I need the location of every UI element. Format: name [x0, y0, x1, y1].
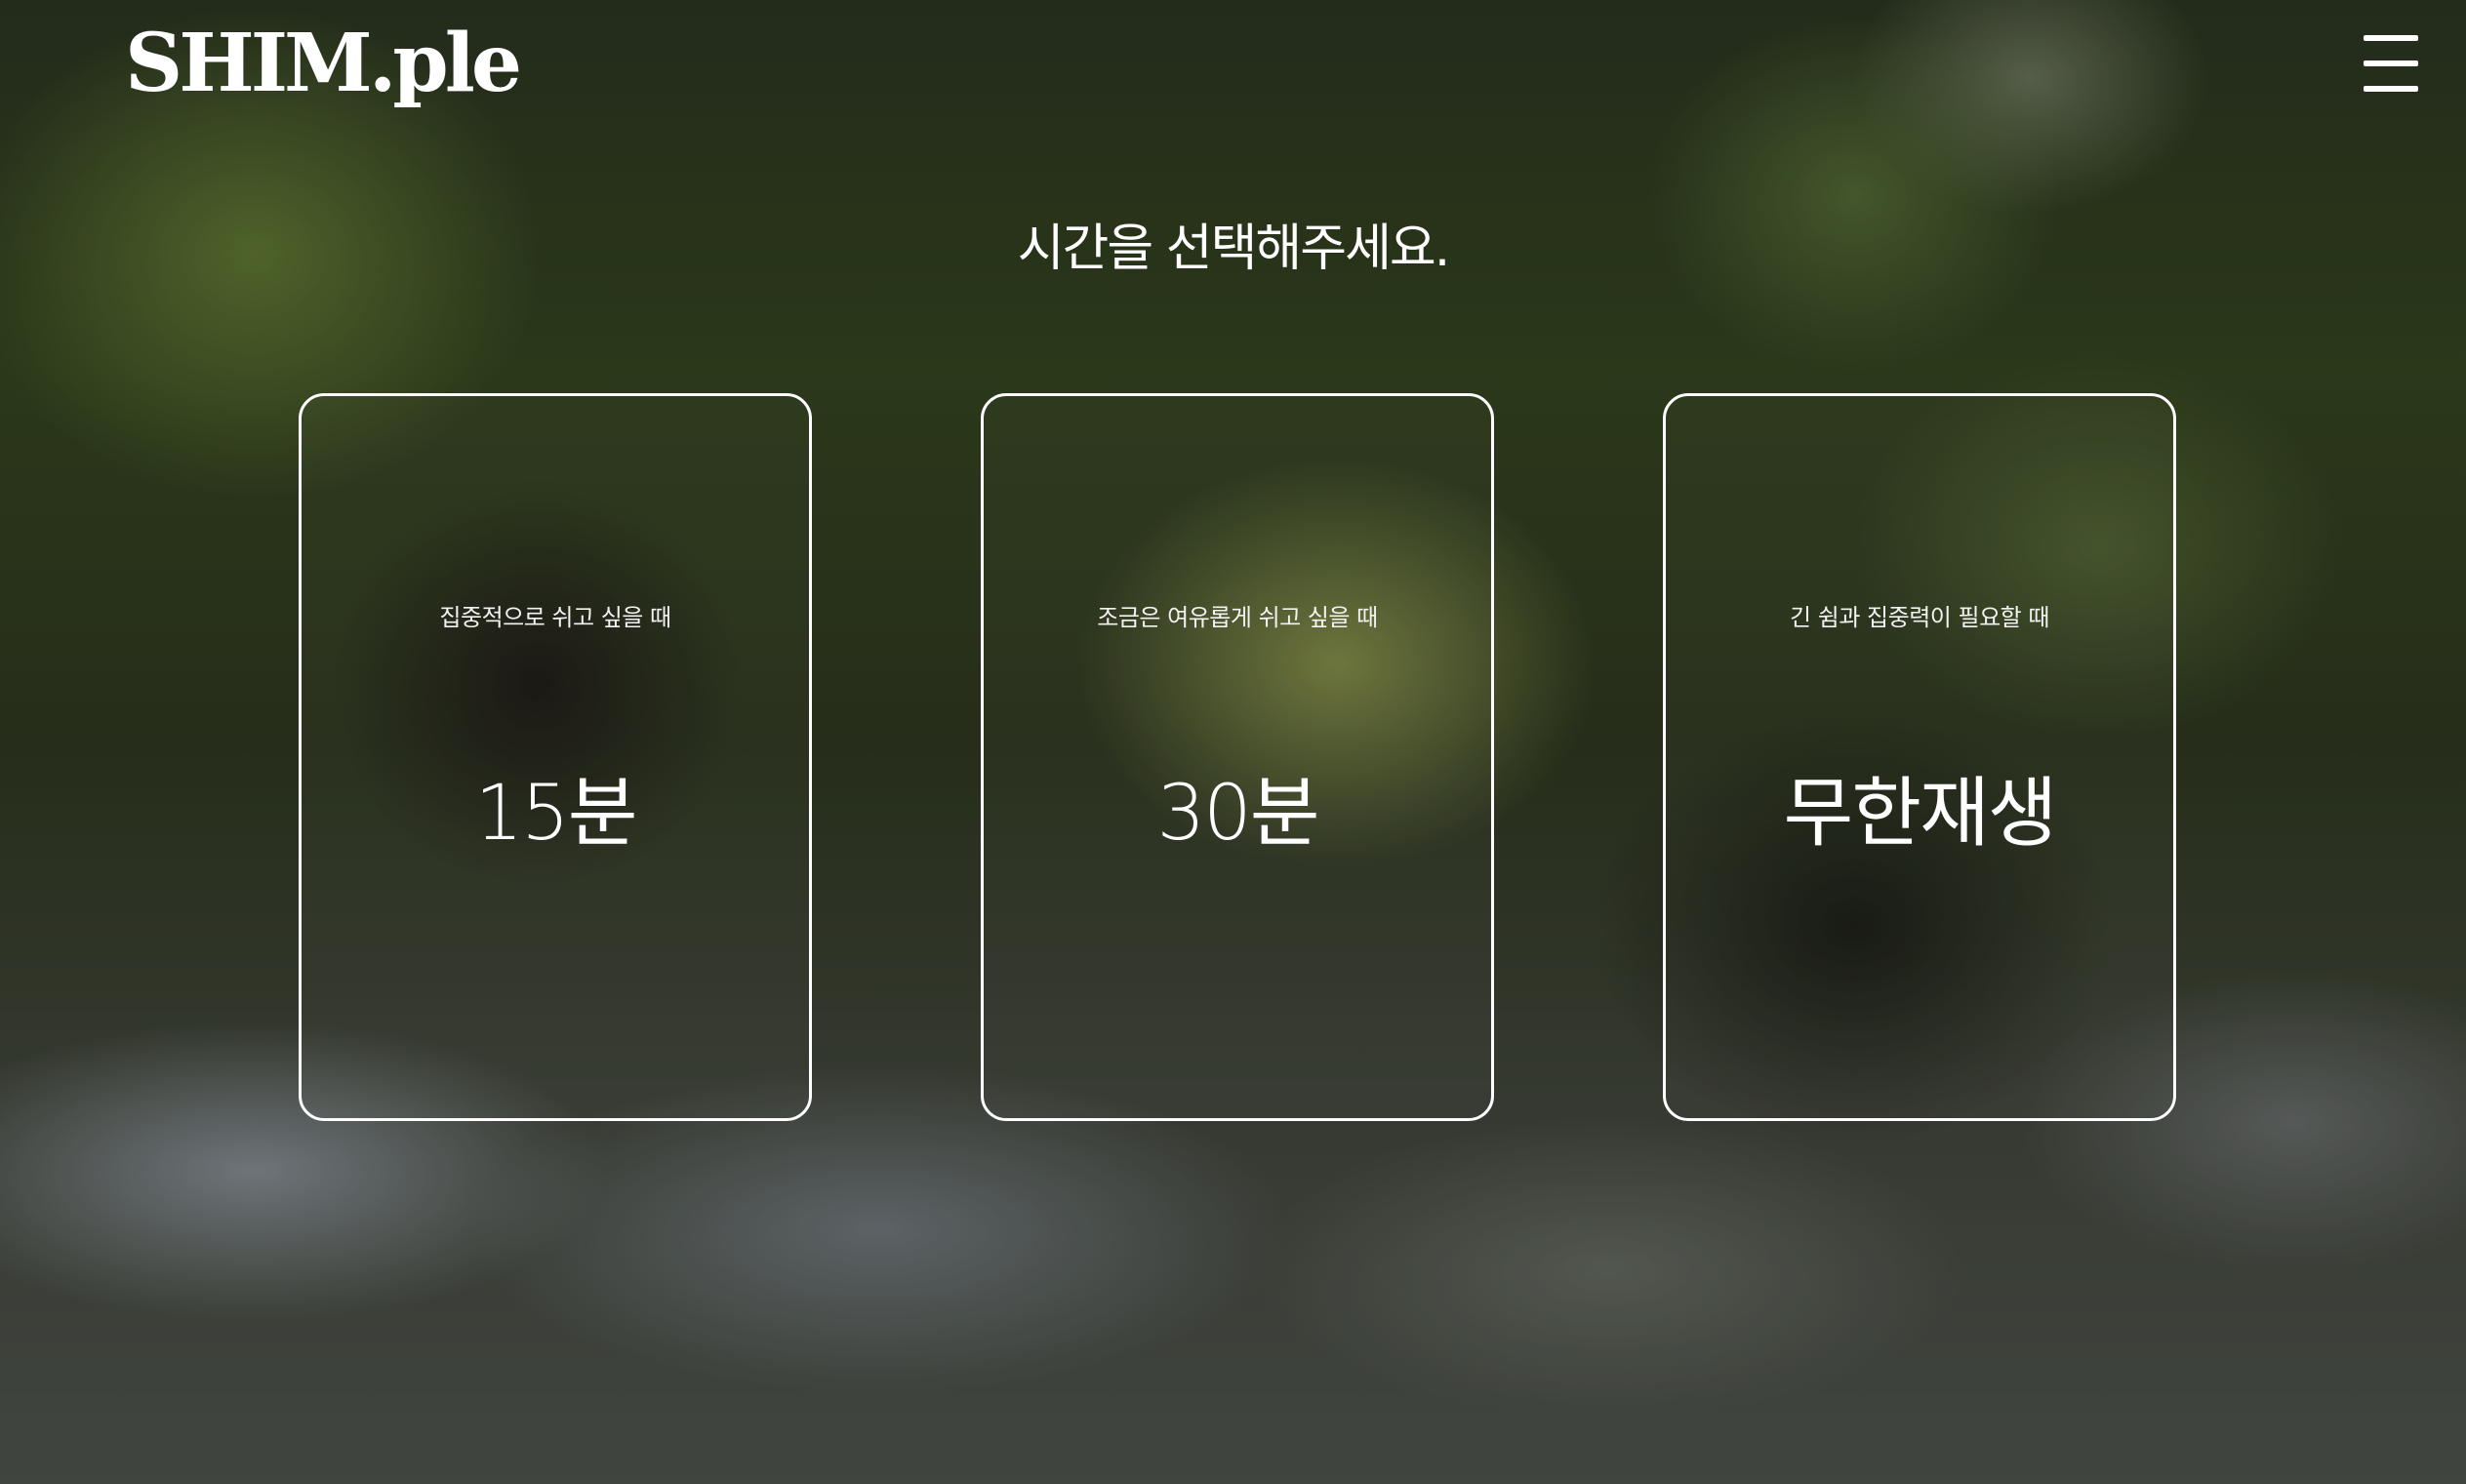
time-option-card-infinite[interactable]: 긴 쉼과 집중력이 필요할 때 무한재생	[1663, 393, 2176, 1121]
page-title: 시간을 선택해주세요.	[1017, 220, 1451, 278]
card-time-label: 무한재생	[1783, 770, 2057, 858]
menu-bar	[2364, 35, 2418, 41]
menu-bar	[2364, 60, 2418, 66]
logo[interactable]: SHIM.ple	[125, 23, 522, 103]
time-option-card-30[interactable]: 조금은 여유롭게 쉬고 싶을 때 30분	[981, 393, 1494, 1121]
card-description: 조금은 여유롭게 쉬고 싶을 때	[1097, 604, 1378, 631]
card-description: 긴 쉼과 집중력이 필요할 때	[1790, 604, 2049, 631]
hamburger-menu-icon[interactable]	[2364, 35, 2418, 94]
card-description: 집중적으로 쉬고 싶을 때	[439, 604, 671, 631]
card-time-label: 15분	[474, 770, 637, 858]
time-option-card-15[interactable]: 집중적으로 쉬고 싶을 때 15분	[299, 393, 812, 1121]
menu-bar	[2364, 86, 2418, 92]
card-time-label: 30분	[1156, 770, 1319, 858]
